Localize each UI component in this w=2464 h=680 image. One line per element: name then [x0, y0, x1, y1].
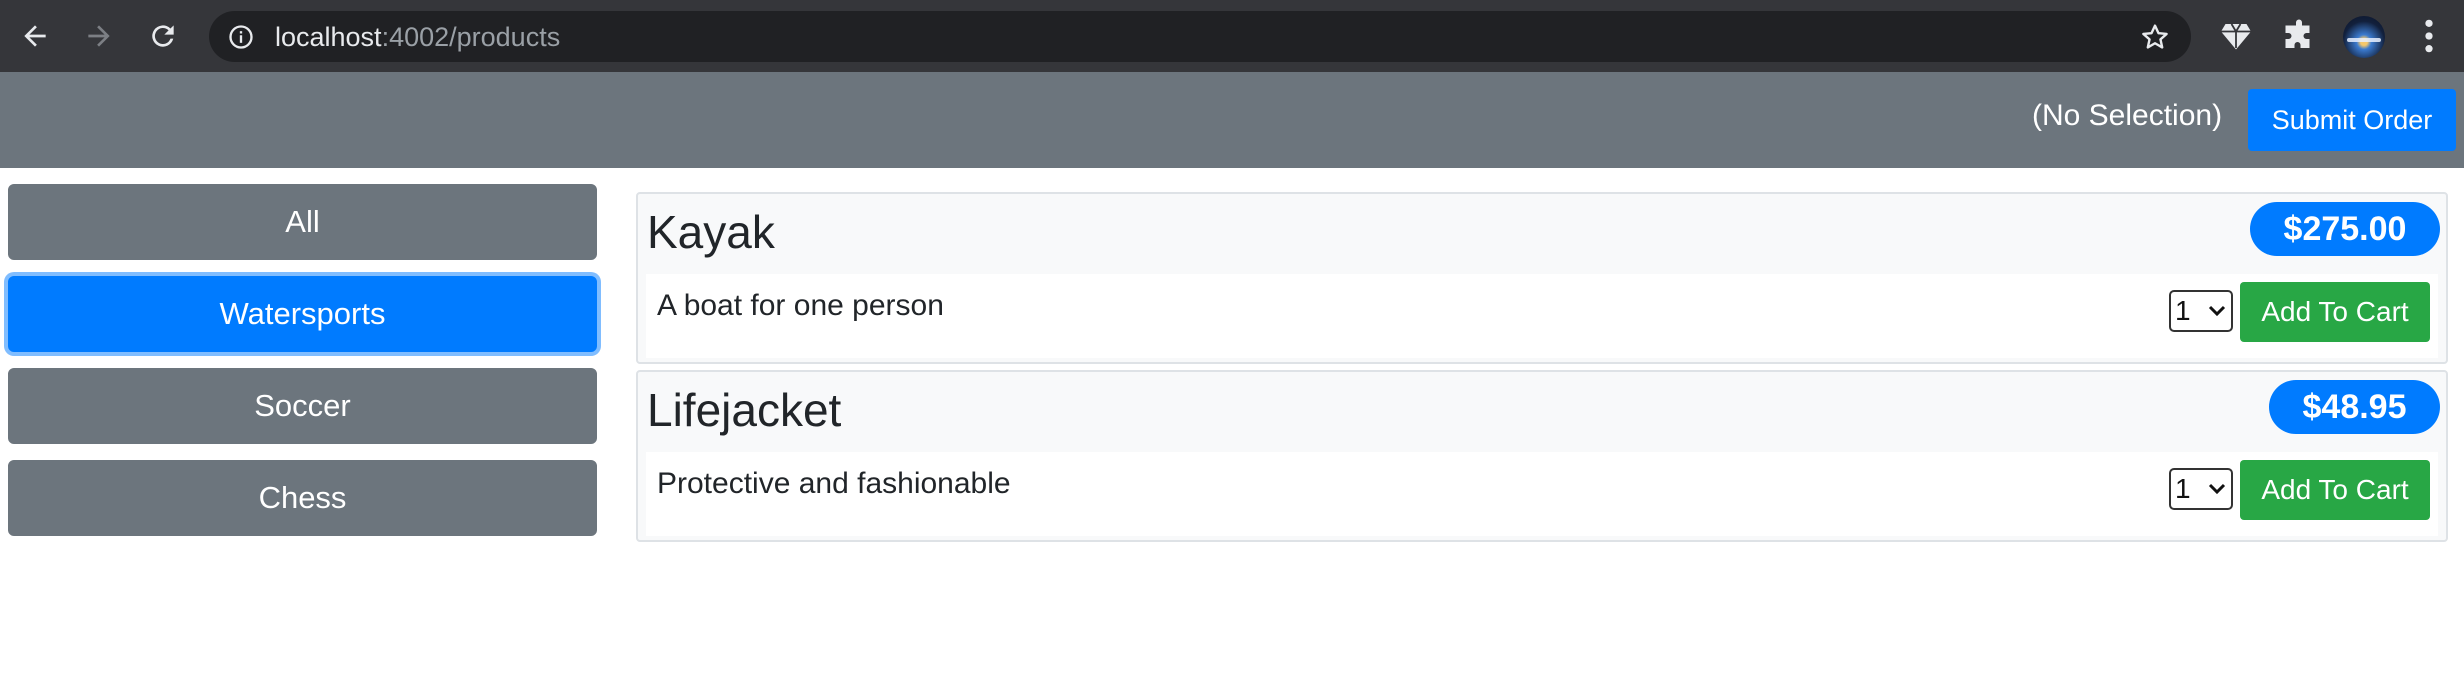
price-badge: $48.95	[2269, 380, 2440, 434]
chevron-down-icon	[2208, 305, 2226, 317]
product-body: A boat for one person 1 Add To Cart	[646, 274, 2438, 358]
product-description: A boat for one person	[657, 289, 944, 322]
product-body: Protective and fashionable 1 Add To Cart	[646, 452, 2438, 536]
star-icon[interactable]	[2139, 21, 2171, 53]
gem-extension-icon[interactable]	[2218, 18, 2254, 54]
add-to-cart-button[interactable]: Add To Cart	[2240, 282, 2430, 342]
forward-arrow-icon	[88, 25, 110, 47]
product-name: Lifejacket	[647, 384, 842, 436]
product-description: Protective and fashionable	[657, 467, 1011, 500]
category-button-watersports[interactable]: Watersports	[8, 276, 597, 352]
submit-order-button[interactable]: Submit Order	[2248, 89, 2456, 151]
product-card: Kayak $275.00 A boat for one person 1 Ad…	[636, 192, 2448, 364]
forward-button[interactable]	[76, 13, 122, 59]
back-arrow-icon	[24, 25, 46, 47]
reload-button[interactable]	[140, 13, 186, 59]
price-badge: $275.00	[2250, 202, 2440, 256]
add-to-cart-button[interactable]: Add To Cart	[2240, 460, 2430, 520]
puzzle-extensions-icon[interactable]	[2281, 18, 2317, 54]
address-bar[interactable]: localhost:4002/products	[209, 11, 2191, 62]
product-name: Kayak	[647, 206, 775, 258]
quantity-value: 1	[2175, 295, 2191, 326]
quantity-value: 1	[2175, 473, 2191, 504]
back-button[interactable]	[12, 13, 58, 59]
chevron-down-icon	[2208, 483, 2226, 495]
url-text[interactable]: localhost:4002/products	[275, 23, 560, 51]
url-host: localhost	[275, 22, 382, 52]
product-card: Lifejacket $48.95 Protective and fashion…	[636, 370, 2448, 542]
kebab-menu-icon[interactable]	[2417, 17, 2441, 55]
app-header: (No Selection) Submit Order	[0, 72, 2464, 168]
quantity-select[interactable]: 1	[2169, 290, 2233, 332]
url-path: :4002/products	[381, 22, 561, 52]
category-button-soccer[interactable]: Soccer	[8, 368, 597, 444]
cart-summary: (No Selection)	[2032, 99, 2223, 132]
browser-toolbar: localhost:4002/products	[0, 0, 2464, 72]
reload-icon	[152, 25, 174, 47]
profile-avatar[interactable]	[2343, 16, 2385, 58]
category-button-chess[interactable]: Chess	[8, 460, 597, 536]
category-button-all[interactable]: All	[8, 184, 597, 260]
quantity-select[interactable]: 1	[2169, 468, 2233, 510]
info-icon[interactable]	[227, 23, 255, 51]
